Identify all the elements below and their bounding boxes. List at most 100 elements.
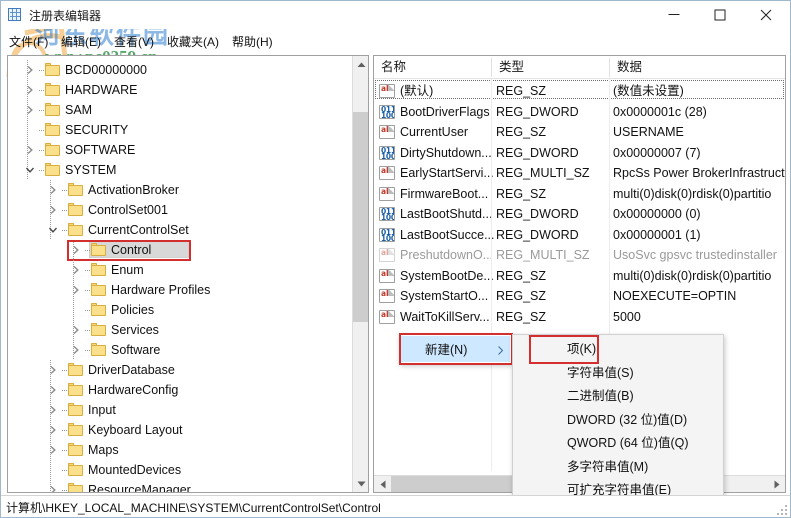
tree-item-label: Input bbox=[88, 403, 116, 417]
chevron-right-icon[interactable] bbox=[71, 325, 81, 335]
menu-item-0[interactable]: 文件(F) bbox=[6, 33, 51, 51]
chevron-right-icon[interactable] bbox=[48, 365, 58, 375]
tree-connector-stub bbox=[62, 410, 67, 411]
folder-icon bbox=[45, 83, 60, 96]
column-header-type[interactable]: 类型 bbox=[492, 56, 609, 78]
resize-grip-icon[interactable] bbox=[775, 503, 787, 515]
tree-scroll-down-button[interactable] bbox=[353, 475, 368, 492]
submenu-item-1[interactable]: 字符串值(S) bbox=[513, 361, 723, 385]
chevron-right-icon[interactable] bbox=[48, 385, 58, 395]
chevron-right-icon[interactable] bbox=[48, 425, 58, 435]
tree-connector-stub bbox=[62, 450, 67, 451]
folder-icon bbox=[68, 183, 83, 196]
chevron-right-icon[interactable] bbox=[25, 65, 35, 75]
chevron-down-icon[interactable] bbox=[25, 165, 35, 175]
tree-item-software[interactable]: Software bbox=[8, 340, 352, 360]
value-type: REG_MULTI_SZ bbox=[496, 248, 590, 262]
tree-scroll-thumb[interactable] bbox=[353, 112, 368, 322]
chevron-right-icon[interactable] bbox=[48, 485, 58, 492]
values-column-header[interactable]: 名称 类型 数据 bbox=[374, 56, 785, 79]
tree-item-keyboard-layout[interactable]: Keyboard Layout bbox=[8, 420, 352, 440]
chevron-right-icon[interactable] bbox=[71, 265, 81, 275]
column-header-name[interactable]: 名称 bbox=[374, 56, 491, 78]
tree-connector-line bbox=[73, 300, 74, 320]
menu-item-4[interactable]: 帮助(H) bbox=[229, 33, 276, 51]
submenu-item-3[interactable]: DWORD (32 位)值(D) bbox=[513, 408, 723, 432]
value-name: CurrentUser bbox=[400, 125, 469, 139]
tree-item-hardware[interactable]: HARDWARE bbox=[8, 80, 352, 100]
value-row[interactable]: ab FirmwareBoot... REG_SZ multi(0)disk(0)rd… bbox=[374, 184, 785, 204]
value-row[interactable]: ab SystemBootDe... REG_SZ multi(0)disk(0)rd… bbox=[374, 266, 785, 286]
submenu-item-2[interactable]: 二进制值(B) bbox=[513, 384, 723, 408]
submenu-item-5[interactable]: 多字符串值(M) bbox=[513, 455, 723, 479]
values-scroll-right-button[interactable] bbox=[768, 476, 785, 492]
values-column-divider-0 bbox=[491, 79, 492, 471]
value-row[interactable]: 011 100 DirtyShutdown... REG_DWORD 0x0000000… bbox=[374, 143, 785, 163]
chevron-right-icon[interactable] bbox=[25, 105, 35, 115]
close-button[interactable] bbox=[743, 1, 789, 29]
tree-item-driverdatabase[interactable]: DriverDatabase bbox=[8, 360, 352, 380]
maximize-button[interactable] bbox=[697, 1, 743, 29]
value-row[interactable]: ab SystemStartO... REG_SZ NOEXECUTE=OPTIN bbox=[374, 286, 785, 306]
tree-item-control[interactable]: Control bbox=[8, 240, 352, 260]
tree-item-controlset001[interactable]: ControlSet001 bbox=[8, 200, 352, 220]
tree-scroll-up-button[interactable] bbox=[353, 56, 368, 73]
chevron-down-icon[interactable] bbox=[48, 225, 58, 235]
tree-item-sam[interactable]: SAM bbox=[8, 100, 352, 120]
tree-item-activationbroker[interactable]: ActivationBroker bbox=[8, 180, 352, 200]
chevron-right-icon[interactable] bbox=[48, 185, 58, 195]
context-menu-new[interactable]: 新建(N) bbox=[399, 334, 512, 364]
chevron-right-icon[interactable] bbox=[25, 85, 35, 95]
value-row[interactable]: ab WaitToKillServ... REG_SZ 5000 bbox=[374, 307, 785, 327]
tree-item-mounteddevices[interactable]: MountedDevices bbox=[8, 460, 352, 480]
value-name: FirmwareBoot... bbox=[400, 187, 489, 201]
chevron-right-icon[interactable] bbox=[48, 205, 58, 215]
tree-item-hardwareconfig[interactable]: HardwareConfig bbox=[8, 380, 352, 400]
chevron-right-icon[interactable] bbox=[71, 285, 81, 295]
submenu-item-label: 二进制值(B) bbox=[567, 389, 634, 403]
chevron-right-icon[interactable] bbox=[48, 445, 58, 455]
chevron-right-icon[interactable] bbox=[71, 245, 81, 255]
context-menu-new-submenu[interactable]: 项(K) 字符串值(S) 二进制值(B) DWORD (32 位)值(D) QWORD … bbox=[512, 334, 724, 501]
tree-item-enum[interactable]: Enum bbox=[8, 260, 352, 280]
value-row[interactable]: ab PreshutdownO... REG_MULTI_SZ UsoSvc gpsv… bbox=[374, 245, 785, 265]
tree-item-policies[interactable]: Policies bbox=[8, 300, 352, 320]
value-row[interactable]: 011 100 BootDriverFlags REG_DWORD 0x0000001c… bbox=[374, 102, 785, 122]
chevron-right-icon[interactable] bbox=[25, 145, 35, 155]
chevron-right-icon[interactable] bbox=[48, 405, 58, 415]
tree-item-bcd00000000[interactable]: BCD00000000 bbox=[8, 60, 352, 80]
menu-item-3[interactable]: 收藏夹(A) bbox=[164, 33, 222, 51]
registry-tree[interactable]: BCD00000000 HARDWARE SAM SECURITY SOFTWARE SY… bbox=[8, 56, 352, 492]
value-row[interactable]: ab EarlyStartServi... REG_MULTI_SZ RpcSs Po… bbox=[374, 163, 785, 183]
tree-item-hardware-profiles[interactable]: Hardware Profiles bbox=[8, 280, 352, 300]
column-header-data[interactable]: 数据 bbox=[610, 56, 785, 78]
submenu-item-4[interactable]: QWORD (64 位)值(Q) bbox=[513, 431, 723, 455]
tree-vertical-scrollbar[interactable] bbox=[352, 56, 368, 492]
tree-item-system[interactable]: SYSTEM bbox=[8, 160, 352, 180]
minimize-button[interactable] bbox=[651, 1, 697, 29]
dword-value-icon: 011 100 bbox=[379, 228, 395, 242]
tree-item-maps[interactable]: Maps bbox=[8, 440, 352, 460]
value-row[interactable]: 011 100 LastBootShutd... REG_DWORD 0x0000000… bbox=[374, 204, 785, 224]
tree-item-resourcemanager[interactable]: ResourceManager bbox=[8, 480, 352, 492]
folder-icon bbox=[68, 443, 83, 456]
tree-item-currentcontrolset[interactable]: CurrentControlSet bbox=[8, 220, 352, 240]
folder-icon bbox=[68, 423, 83, 436]
chevron-right-icon[interactable] bbox=[71, 345, 81, 355]
tree-item-input[interactable]: Input bbox=[8, 400, 352, 420]
registry-tree-pane[interactable]: BCD00000000 HARDWARE SAM SECURITY SOFTWARE SY… bbox=[7, 55, 369, 493]
menu-item-1[interactable]: 编辑(E) bbox=[58, 33, 104, 51]
tree-item-security[interactable]: SECURITY bbox=[8, 120, 352, 140]
tree-item-label: HARDWARE bbox=[65, 83, 138, 97]
folder-icon bbox=[68, 363, 83, 376]
folder-icon bbox=[45, 163, 60, 176]
submenu-item-0[interactable]: 项(K) bbox=[513, 337, 723, 361]
tree-item-software[interactable]: SOFTWARE bbox=[8, 140, 352, 160]
value-row[interactable]: ab CurrentUser REG_SZ USERNAME bbox=[374, 122, 785, 142]
values-scroll-left-button[interactable] bbox=[374, 476, 391, 492]
tree-item-label: Control bbox=[111, 243, 152, 257]
menu-bar: 文件(F) 编辑(E) 查看(V) 收藏夹(A) 帮助(H) bbox=[1, 31, 790, 53]
value-row[interactable]: 011 100 LastBootSucce... REG_DWORD 0x0000000… bbox=[374, 225, 785, 245]
menu-item-2[interactable]: 查看(V) bbox=[111, 33, 157, 51]
tree-item-services[interactable]: Services bbox=[8, 320, 352, 340]
